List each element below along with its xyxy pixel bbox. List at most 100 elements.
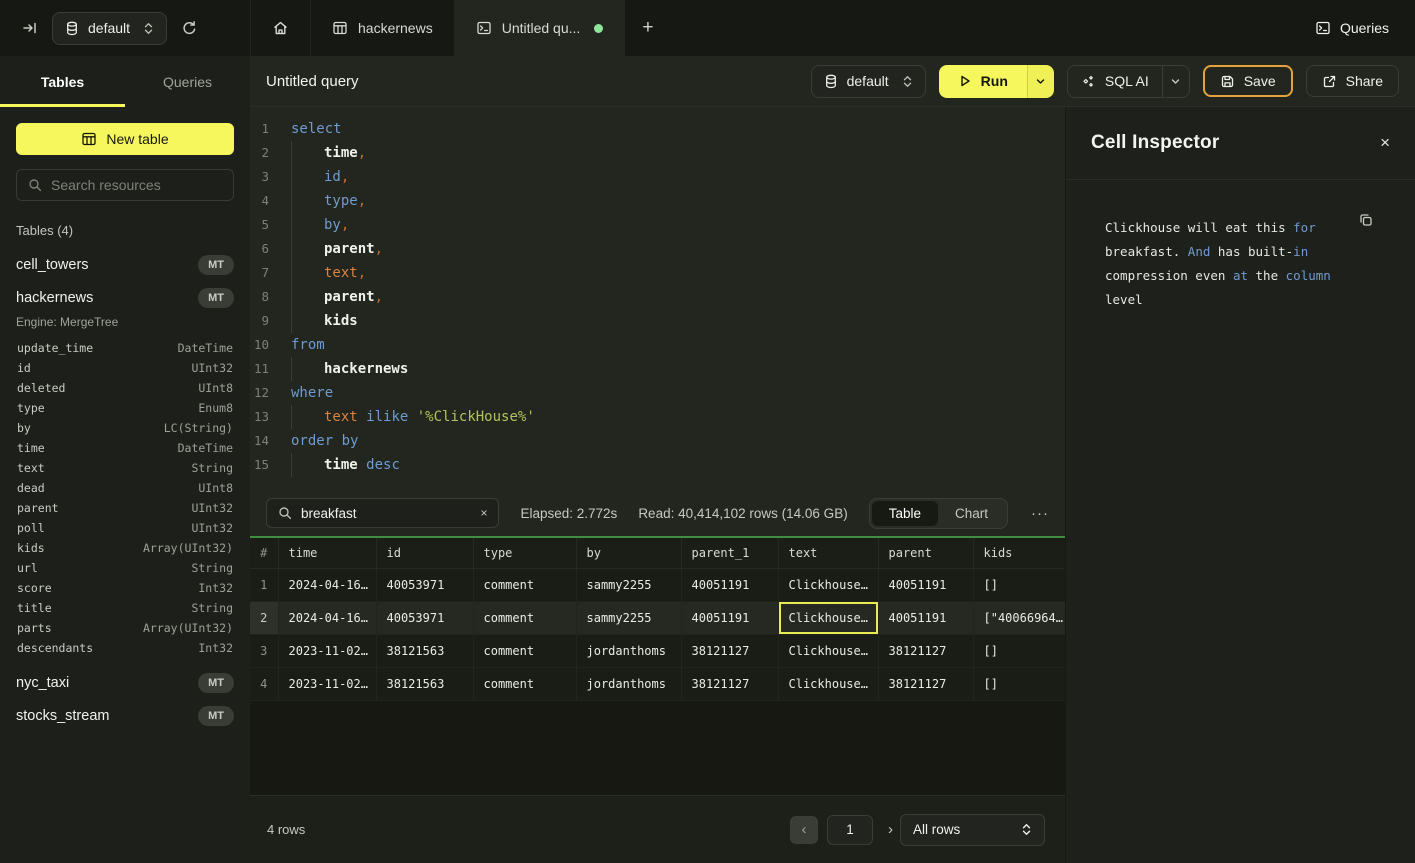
run-options-button[interactable] xyxy=(1027,65,1054,98)
table-item[interactable]: stocks_streamMT xyxy=(0,699,250,732)
table-row[interactable]: 12024-04-16…40053971commentsammy22554005… xyxy=(250,568,1065,601)
line-number: 3 xyxy=(250,165,282,189)
table-cell[interactable]: 40051191 xyxy=(878,601,973,634)
code-line[interactable]: 1select xyxy=(250,117,1065,141)
sql-ai-button[interactable]: SQL AI xyxy=(1068,66,1162,97)
page-size-selector[interactable]: All rows xyxy=(900,814,1045,846)
view-tab-table[interactable]: Table xyxy=(872,501,938,526)
column-header[interactable]: type xyxy=(473,538,576,568)
table-cell[interactable]: 40051191 xyxy=(878,568,973,601)
table-item[interactable]: nyc_taxiMT xyxy=(0,666,250,699)
table-cell[interactable]: 40053971 xyxy=(376,568,473,601)
page-number-input[interactable] xyxy=(827,815,873,845)
table-cell[interactable]: 2023-11-02… xyxy=(278,667,376,700)
code-line[interactable]: 3id, xyxy=(250,165,1065,189)
table-cell[interactable]: 40051191 xyxy=(681,568,778,601)
table-cell[interactable]: [] xyxy=(973,634,1065,667)
table-row[interactable]: 32023-11-02…38121563commentjordanthoms38… xyxy=(250,634,1065,667)
sidebar-search[interactable] xyxy=(16,169,234,201)
code-line[interactable]: 5by, xyxy=(250,213,1065,237)
column-header[interactable]: parent xyxy=(878,538,973,568)
column-type: UInt8 xyxy=(198,481,233,495)
new-table-button[interactable]: New table xyxy=(16,123,234,155)
table-cell[interactable]: 38121127 xyxy=(681,667,778,700)
run-button[interactable]: Run xyxy=(939,65,1027,98)
table-cell[interactable]: 40051191 xyxy=(681,601,778,634)
collapse-sidebar-icon[interactable] xyxy=(22,20,38,36)
code-line[interactable]: 8parent, xyxy=(250,285,1065,309)
copy-icon[interactable] xyxy=(1358,212,1374,228)
table-item[interactable]: hackernewsMT xyxy=(0,281,250,314)
code-line[interactable]: 10from xyxy=(250,333,1065,357)
code-line[interactable]: 7text, xyxy=(250,261,1065,285)
new-tab-button[interactable]: + xyxy=(625,0,670,56)
code-line[interactable]: 11hackernews xyxy=(250,357,1065,381)
tab-untitled-query[interactable]: Untitled qu... xyxy=(455,0,626,56)
table-cell[interactable]: jordanthoms xyxy=(576,634,681,667)
results-search-input[interactable] xyxy=(301,506,471,521)
next-page-button[interactable]: › xyxy=(882,821,899,838)
code-line[interactable]: 15time desc xyxy=(250,453,1065,477)
table-item[interactable]: cell_towersMT xyxy=(0,248,250,281)
tab-home[interactable] xyxy=(250,0,311,56)
sidebar-tab-tables[interactable]: Tables xyxy=(0,56,125,107)
column-header[interactable]: by xyxy=(576,538,681,568)
code-line[interactable]: 9kids xyxy=(250,309,1065,333)
table-row[interactable]: 42023-11-02…38121563commentjordanthoms38… xyxy=(250,667,1065,700)
tab-hackernews[interactable]: hackernews xyxy=(311,0,455,56)
clear-search-icon[interactable]: × xyxy=(480,506,487,520)
code-line[interactable]: 13text ilike '%ClickHouse%' xyxy=(250,405,1065,429)
sql-ai-options-button[interactable] xyxy=(1162,66,1189,97)
table-cell[interactable]: Clickhouse… xyxy=(778,568,878,601)
table-cell[interactable]: 38121563 xyxy=(376,634,473,667)
code-line[interactable]: 12where xyxy=(250,381,1065,405)
sidebar-search-input[interactable] xyxy=(51,177,222,193)
table-cell[interactable]: 38121127 xyxy=(878,634,973,667)
table-cell[interactable]: comment xyxy=(473,601,576,634)
column-header[interactable]: text xyxy=(778,538,878,568)
table-cell[interactable]: Clickhouse… xyxy=(778,634,878,667)
queries-link[interactable]: Queries xyxy=(1315,0,1415,56)
share-button[interactable]: Share xyxy=(1306,65,1399,97)
table-cell[interactable]: 38121127 xyxy=(878,667,973,700)
column-header[interactable]: time xyxy=(278,538,376,568)
table-cell[interactable]: [] xyxy=(973,568,1065,601)
table-cell[interactable]: 2023-11-02… xyxy=(278,634,376,667)
more-options-icon[interactable]: ··· xyxy=(1031,505,1049,522)
database-selector[interactable]: default xyxy=(52,12,167,45)
query-database-selector[interactable]: default xyxy=(811,65,926,98)
results-search[interactable]: × xyxy=(266,498,499,528)
table-cell[interactable]: ["40066964… xyxy=(973,601,1065,634)
column-header[interactable]: parent_1 xyxy=(681,538,778,568)
sidebar-tab-queries[interactable]: Queries xyxy=(125,56,250,107)
refresh-icon[interactable] xyxy=(181,20,198,37)
inspector-cell-value[interactable]: Clickhouse will eat this forbreakfast. A… xyxy=(1105,216,1371,312)
table-row[interactable]: 22024-04-16…40053971commentsammy22554005… xyxy=(250,601,1065,634)
column-header[interactable]: # xyxy=(250,538,278,568)
table-cell[interactable]: 40053971 xyxy=(376,601,473,634)
column-header[interactable]: id xyxy=(376,538,473,568)
table-cell[interactable]: jordanthoms xyxy=(576,667,681,700)
table-cell[interactable]: Clickhouse… xyxy=(778,601,878,634)
code-line[interactable]: 14order by xyxy=(250,429,1065,453)
save-button[interactable]: Save xyxy=(1203,65,1293,97)
table-cell[interactable]: 38121563 xyxy=(376,667,473,700)
table-cell[interactable]: comment xyxy=(473,568,576,601)
table-cell[interactable]: 38121127 xyxy=(681,634,778,667)
table-cell[interactable]: Clickhouse… xyxy=(778,667,878,700)
close-icon[interactable]: × xyxy=(1380,133,1390,153)
view-tab-chart[interactable]: Chart xyxy=(938,501,1005,526)
code-line[interactable]: 6parent, xyxy=(250,237,1065,261)
table-cell[interactable]: [] xyxy=(973,667,1065,700)
table-cell[interactable]: comment xyxy=(473,634,576,667)
table-cell[interactable]: 2024-04-16… xyxy=(278,568,376,601)
code-line[interactable]: 2time, xyxy=(250,141,1065,165)
sql-editor[interactable]: 1select2time,3id,4type,5by,6parent,7text… xyxy=(250,107,1065,490)
table-cell[interactable]: comment xyxy=(473,667,576,700)
table-cell[interactable]: sammy2255 xyxy=(576,568,681,601)
table-cell[interactable]: 2024-04-16… xyxy=(278,601,376,634)
column-header[interactable]: kids xyxy=(973,538,1065,568)
code-line[interactable]: 4type, xyxy=(250,189,1065,213)
prev-page-button[interactable]: ‹ xyxy=(790,816,818,844)
table-cell[interactable]: sammy2255 xyxy=(576,601,681,634)
